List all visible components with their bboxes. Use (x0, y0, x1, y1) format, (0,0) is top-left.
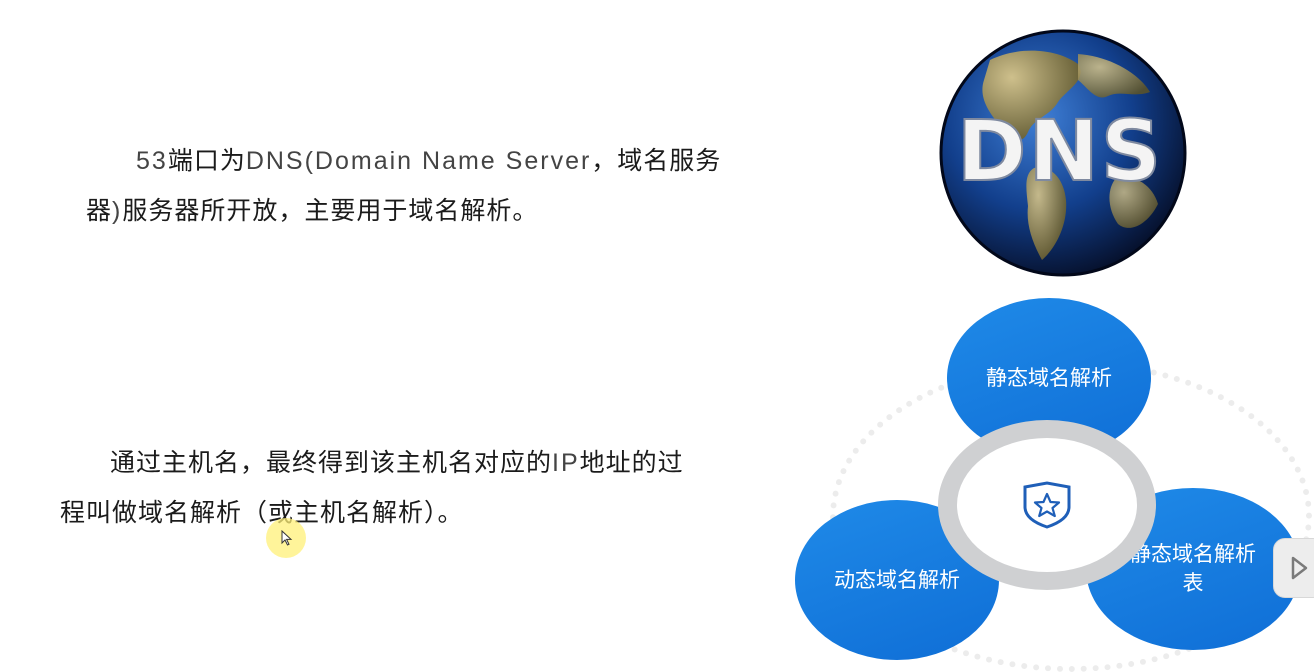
para2-text-b: 地址的过 (579, 448, 684, 477)
dns-types-diagram: 静态域名解析 动态域名解析 静态域名解析表 (790, 290, 1314, 672)
shield-star-icon (1023, 481, 1071, 529)
paragraph-domain-resolution: 通过主机名，最终得到该主机名对应的IP地址的过 程叫做域名解析（或主机名解析）。 (60, 438, 780, 537)
static-resolution-label: 静态域名解析 (986, 365, 1112, 390)
para1-text-a: 端口为 (167, 146, 246, 175)
dns-fullname: DNS(Domain Name Server (245, 147, 592, 175)
next-slide-button[interactable] (1273, 538, 1314, 598)
slide: 53端口为DNS(Domain Name Server，域名服务 器)服务器所开… (0, 0, 1314, 672)
globe-dns-text: DNS (957, 102, 1164, 200)
paragraph-dns-port: 53端口为DNS(Domain Name Server，域名服务 器)服务器所开… (86, 136, 806, 236)
para1-text-b: ，域名服务 (591, 146, 722, 175)
ip-term: IP (552, 449, 580, 477)
para1-line2-paren: ) (112, 197, 123, 225)
dynamic-resolution-label: 动态域名解析 (834, 567, 960, 592)
play-right-icon (1291, 556, 1308, 580)
diagram-hub (938, 420, 1156, 590)
mouse-cursor-icon (281, 530, 293, 546)
port-number: 53 (136, 147, 168, 175)
para1-line2-a: 器 (86, 196, 113, 225)
dns-globe-image: DNS (939, 29, 1187, 277)
static-table-label: 静态域名解析表 (1130, 542, 1256, 595)
para2-line2: 程叫做域名解析（或主机名解析）。 (60, 498, 464, 527)
para2-text-a: 通过主机名，最终得到该主机名对应的 (110, 448, 553, 477)
para1-line2-b: 服务器所开放，主要用于域名解析。 (122, 196, 539, 225)
